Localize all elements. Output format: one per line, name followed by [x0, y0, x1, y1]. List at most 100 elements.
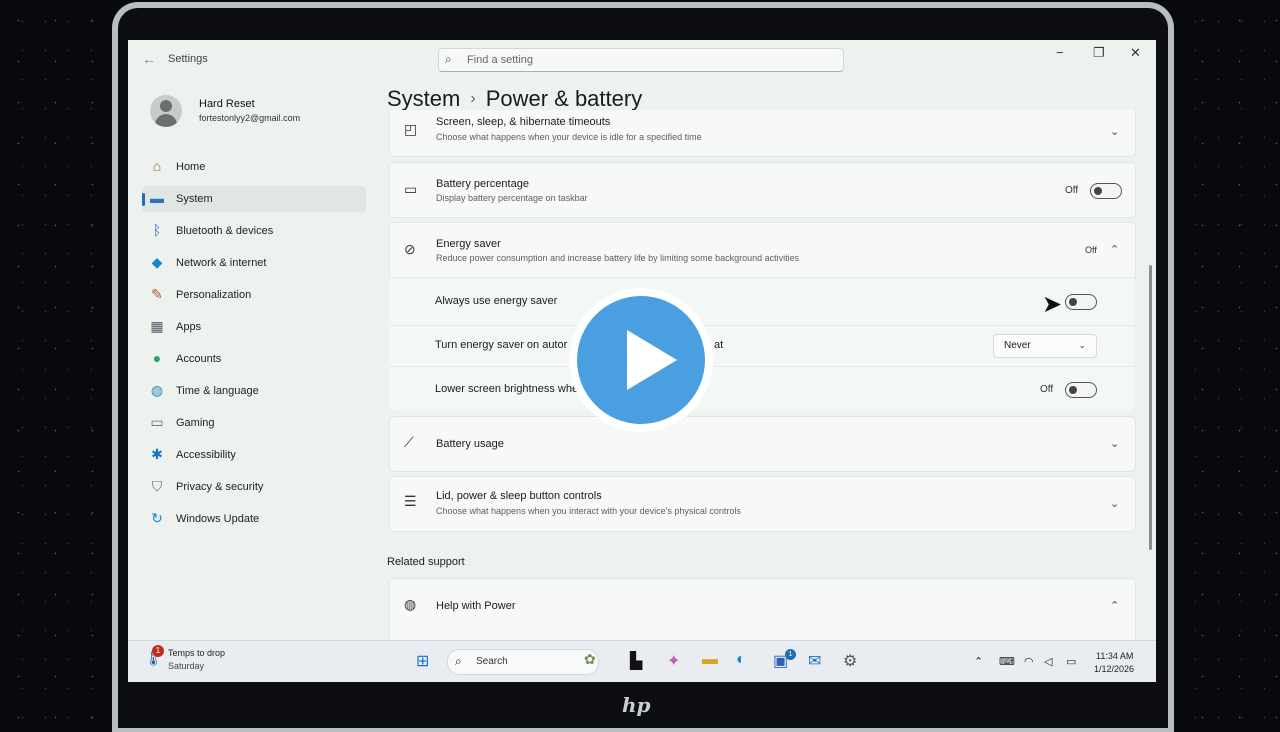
battery-percentage-toggle[interactable]	[1090, 183, 1122, 199]
energy-saver-title: Energy saver	[436, 238, 501, 250]
always-energy-saver-title: Always use energy saver	[435, 295, 558, 307]
auto-energy-saver-dropdown[interactable]: Never ⌄	[993, 334, 1097, 358]
avatar	[150, 95, 182, 127]
clock-time[interactable]: 11:34 AM	[1096, 651, 1133, 661]
sidebar-item-accessibility[interactable]: ✱ Accessibility	[142, 442, 366, 468]
keyboard-icon[interactable]: ⌨	[999, 655, 1015, 668]
breadcrumb-parent[interactable]: System	[387, 86, 460, 111]
app-title: Settings	[168, 53, 208, 65]
weather-badge: 1	[152, 645, 164, 657]
sidebar-nav: ⌂ Home ▬ System ᛒ Bluetooth & devices ◆ Netw…	[142, 154, 366, 538]
chevron-down-icon[interactable]: ⌄	[1110, 497, 1119, 510]
sidebar-item-windows-update[interactable]: ↻ Windows Update	[142, 506, 366, 532]
title-bar: ← Settings ⌕ Find a setting − ❐ ✕	[128, 40, 1156, 80]
back-arrow-icon[interactable]: ←	[142, 51, 156, 67]
lower-brightness-toggle[interactable]	[1065, 382, 1097, 398]
search-highlight-icon: ✿	[584, 651, 596, 667]
sidebar-item-home[interactable]: ⌂ Home	[142, 154, 366, 180]
play-icon	[627, 330, 677, 390]
lower-brightness-row: Lower screen brightness whe Off	[389, 366, 1134, 411]
brand-logo: hp	[622, 693, 651, 717]
close-button[interactable]: ✕	[1130, 45, 1141, 61]
globe-icon: ◍	[150, 382, 164, 398]
sidebar-item-accounts[interactable]: ● Accounts	[142, 346, 366, 372]
apps-icon: ▦	[150, 318, 164, 334]
sidebar-item-bluetooth[interactable]: ᛒ Bluetooth & devices	[142, 218, 366, 244]
search-placeholder: Find a setting	[467, 54, 534, 66]
chevron-up-icon[interactable]: ⌃	[1110, 599, 1119, 612]
sidebar-item-privacy[interactable]: ⛉ Privacy & security	[142, 474, 366, 500]
search-icon: ⌕	[455, 654, 462, 668]
always-energy-saver-row: Always use energy saver	[389, 277, 1134, 325]
related-support-heading: Related support	[387, 556, 465, 568]
help-with-power-title: Help with Power	[436, 600, 516, 612]
energy-saver-icon: ⊘	[404, 241, 416, 257]
start-windows-icon[interactable]: ⊞	[416, 651, 429, 671]
brush-icon: ✎	[151, 286, 163, 302]
chevron-up-icon[interactable]: ⌃	[974, 655, 983, 668]
accounts-icon: ●	[152, 350, 162, 366]
chevron-down-icon[interactable]: ⌄	[1110, 437, 1119, 450]
wifi-icon[interactable]: ◠	[1024, 655, 1034, 668]
task-view-icon[interactable]: ▙	[630, 651, 642, 671]
scrollbar[interactable]	[1149, 265, 1152, 550]
network-icon: ◆	[151, 254, 163, 270]
auto-energy-saver-title: Turn energy saver on autor	[435, 339, 568, 351]
battery-percentage-card: ▭ Battery percentage Display battery per…	[389, 162, 1136, 218]
always-energy-saver-toggle[interactable]	[1065, 294, 1097, 310]
taskbar: 🌡 1 Temps to drop Saturday ⊞ ⌕ Search ✿ …	[128, 640, 1156, 682]
energy-saver-card[interactable]: ⊘ Energy saver Reduce power consumption …	[389, 222, 1136, 278]
sidebar-item-apps[interactable]: ▦ Apps	[142, 314, 366, 340]
battery-percentage-title: Battery percentage	[436, 178, 529, 190]
chart-icon: ⟋	[404, 434, 414, 450]
profile-name: Hard Reset	[199, 98, 255, 110]
sidebar-item-personalization[interactable]: ✎ Personalization	[142, 282, 366, 308]
shield-icon: ⛉	[151, 478, 163, 494]
lower-brightness-title: Lower screen brightness whe	[435, 383, 579, 395]
screen-sleep-card[interactable]: ◰ Screen, sleep, & hibernate timeouts Ch…	[389, 110, 1136, 157]
minimize-button[interactable]: −	[1056, 45, 1064, 60]
volume-icon[interactable]: ◁	[1044, 655, 1052, 668]
screen-sleep-icon: ◰	[404, 121, 418, 137]
battery-percentage-state: Off	[1065, 185, 1079, 196]
battery-usage-card[interactable]: ⟋ Battery usage ⌄	[389, 416, 1136, 472]
breadcrumb-separator: ›	[470, 90, 476, 107]
sidebar-item-network[interactable]: ◆ Network & internet	[142, 250, 366, 276]
globe-icon: ◍	[404, 596, 417, 612]
clock-date[interactable]: 1/12/2026	[1094, 664, 1134, 674]
battery-tray-icon[interactable]: ▭	[1066, 655, 1076, 668]
screen-sleep-subtitle: Choose what happens when your device is …	[436, 132, 702, 142]
store-badge: 1	[785, 649, 796, 660]
battery-percentage-subtitle: Display battery percentage on taskbar	[436, 193, 588, 203]
settings-gear-icon[interactable]: ⚙	[843, 651, 857, 671]
lid-controls-card[interactable]: ☰ Lid, power & sleep button controls Cho…	[389, 476, 1136, 532]
system-icon: ▬	[150, 190, 164, 206]
sidebar-item-system[interactable]: ▬ System	[142, 186, 366, 212]
outlook-icon[interactable]: ✉	[808, 651, 821, 671]
video-play-button[interactable]	[569, 288, 713, 432]
chevron-up-icon[interactable]: ⌃	[1110, 243, 1119, 256]
edge-browser-icon[interactable]: ◐	[736, 651, 746, 669]
file-explorer-icon[interactable]: ▬	[702, 651, 718, 669]
sidebar-item-gaming[interactable]: ▭ Gaming	[142, 410, 366, 436]
taskbar-search[interactable]: ⌕ Search	[447, 649, 599, 675]
copilot-icon[interactable]: ✦	[667, 651, 680, 671]
find-setting-search[interactable]: ⌕ Find a setting	[438, 48, 844, 72]
auto-energy-saver-row: Turn energy saver on autor at Never ⌄	[389, 325, 1134, 366]
energy-saver-subtitle: Reduce power consumption and increase ba…	[436, 253, 800, 263]
maximize-button[interactable]: ❐	[1093, 45, 1105, 61]
taskbar-search-placeholder: Search	[476, 656, 508, 667]
search-icon: ⌕	[445, 52, 452, 66]
mouse-cursor-icon: ➤	[1042, 291, 1063, 318]
bluetooth-icon: ᛒ	[152, 222, 162, 238]
lid-controls-title: Lid, power & sleep button controls	[436, 490, 602, 502]
lower-brightness-state: Off	[1040, 384, 1054, 395]
chevron-down-icon[interactable]: ⌄	[1110, 125, 1119, 138]
breadcrumb: System › Power & battery	[387, 86, 642, 112]
energy-saver-state: Off	[1085, 245, 1097, 255]
sidebar-item-time-language[interactable]: ◍ Time & language	[142, 378, 366, 404]
battery-icon: ▭	[404, 181, 418, 197]
auto-energy-saver-title-tail: at	[714, 339, 724, 351]
chevron-down-icon: ⌄	[1078, 340, 1086, 350]
list-icon: ☰	[404, 493, 417, 509]
